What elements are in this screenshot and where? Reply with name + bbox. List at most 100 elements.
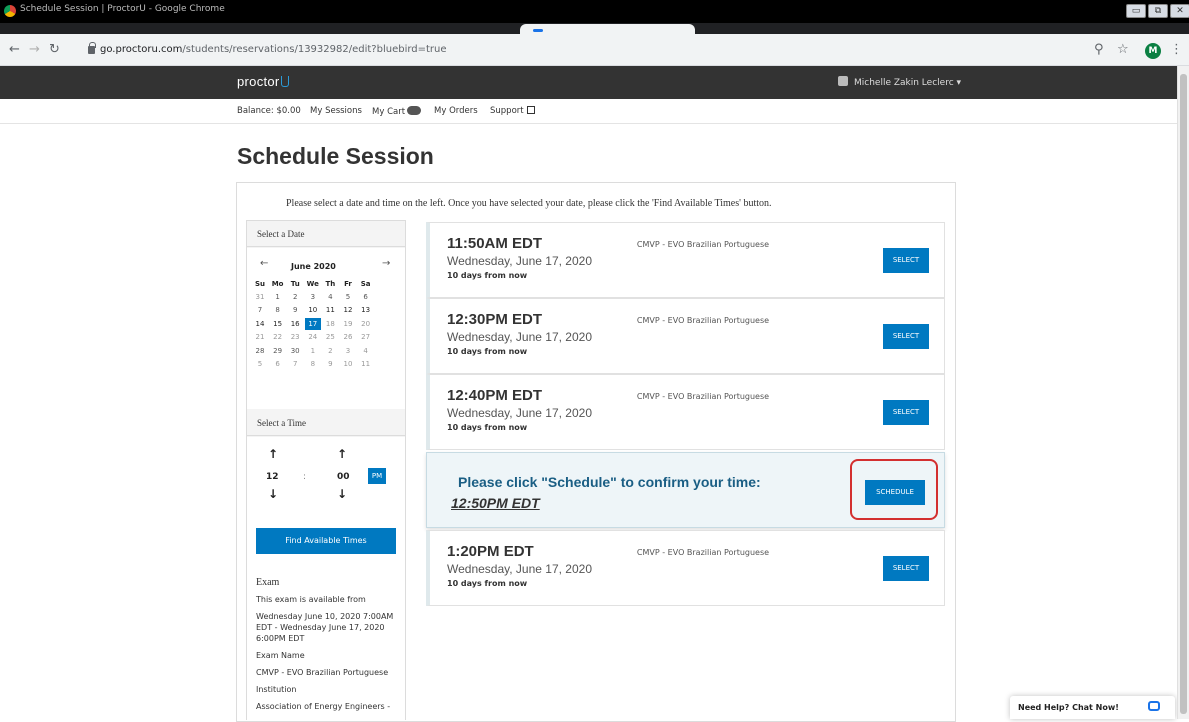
calendar-day[interactable]: 6 bbox=[270, 358, 286, 370]
calendar-day[interactable]: 30 bbox=[287, 345, 303, 357]
calendar-day[interactable]: 3 bbox=[340, 345, 356, 357]
calendar-day[interactable]: 21 bbox=[252, 331, 268, 343]
page-title: Schedule Session bbox=[237, 143, 434, 169]
lock-icon bbox=[88, 42, 96, 54]
calendar-day[interactable]: 23 bbox=[287, 331, 303, 343]
calendar-day-selected[interactable]: 17 bbox=[304, 317, 321, 330]
calendar-day[interactable]: 10 bbox=[305, 304, 321, 316]
calendar-day[interactable]: 29 bbox=[270, 345, 286, 357]
minute-up-arrow[interactable]: ↑ bbox=[337, 447, 347, 461]
calendar-day[interactable]: 18 bbox=[322, 318, 338, 330]
slot-date: Wednesday, June 17, 2020 bbox=[447, 406, 592, 420]
meridiem-toggle[interactable]: PM bbox=[368, 468, 386, 484]
sub-navigation: Balance: $0.00 My Sessions My Cart My Or… bbox=[0, 99, 1177, 124]
support-link[interactable]: Support bbox=[490, 106, 535, 116]
calendar-day[interactable]: 26 bbox=[340, 331, 356, 343]
select-slot-button[interactable]: SELECT bbox=[883, 400, 929, 425]
calendar-weekday-label: Fr bbox=[344, 279, 352, 288]
calendar-day[interactable]: 5 bbox=[252, 358, 268, 370]
page-scrollbar[interactable] bbox=[1177, 66, 1189, 719]
calendar-day[interactable]: 25 bbox=[322, 331, 338, 343]
exam-name: CMVP - EVO Brazilian Portuguese bbox=[256, 668, 389, 677]
calendar-weekday-label: Su bbox=[254, 279, 266, 288]
slot-exam-name: CMVP - EVO Brazilian Portuguese bbox=[636, 240, 770, 249]
calendar-day[interactable]: 9 bbox=[287, 304, 303, 316]
calendar-day[interactable]: 27 bbox=[358, 331, 374, 343]
url-host: go.proctoru.com bbox=[100, 44, 183, 55]
back-icon[interactable]: ← bbox=[9, 42, 20, 57]
calendar-day[interactable]: 11 bbox=[322, 304, 338, 316]
minute-value[interactable]: 00 bbox=[337, 472, 350, 482]
scrollbar-thumb[interactable] bbox=[1180, 74, 1187, 714]
find-available-times-button[interactable]: Find Available Times bbox=[256, 528, 396, 554]
calendar-day[interactable]: 28 bbox=[252, 345, 268, 357]
exam-availability-label: This exam is available from bbox=[256, 595, 366, 604]
chat-widget[interactable]: Need Help? Chat Now! bbox=[1010, 696, 1175, 719]
user-name: Michelle Zakin Leclerc ▾ bbox=[854, 78, 962, 88]
calendar-day[interactable]: 2 bbox=[287, 291, 303, 303]
select-time-label: Select a Time bbox=[257, 418, 306, 428]
reload-icon[interactable]: ↻ bbox=[49, 42, 60, 57]
hour-up-arrow[interactable]: ↑ bbox=[268, 447, 278, 461]
profile-avatar[interactable]: M bbox=[1145, 43, 1161, 59]
my-orders-link[interactable]: My Orders bbox=[434, 106, 478, 116]
minimize-button[interactable]: ▭ bbox=[1126, 4, 1146, 18]
calendar-day[interactable]: 8 bbox=[270, 304, 286, 316]
calendar-day[interactable]: 6 bbox=[358, 291, 374, 303]
close-window-button[interactable]: ✕ bbox=[1170, 4, 1189, 18]
url-field[interactable]: go.proctoru.com/students/reservations/13… bbox=[100, 44, 447, 55]
select-slot-button[interactable]: SELECT bbox=[883, 324, 929, 349]
address-bar: ← → ↻ go.proctoru.com/students/reservati… bbox=[0, 34, 1189, 66]
balance-link[interactable]: Balance: $0.00 bbox=[237, 106, 301, 116]
calendar-day[interactable]: 11 bbox=[358, 358, 374, 370]
calendar-day[interactable]: 20 bbox=[358, 318, 374, 330]
calendar-day[interactable]: 10 bbox=[340, 358, 356, 370]
calendar-day[interactable]: 14 bbox=[252, 318, 268, 330]
calendar-day[interactable]: 22 bbox=[270, 331, 286, 343]
forward-icon[interactable]: → bbox=[29, 42, 40, 57]
exam-info: Exam This exam is available from Wednesd… bbox=[256, 577, 396, 718]
app-header: proctor Michelle Zakin Leclerc ▾ bbox=[0, 66, 1177, 99]
bookmark-star-icon[interactable]: ☆ bbox=[1117, 42, 1129, 57]
calendar-day[interactable]: 4 bbox=[358, 345, 374, 357]
calendar-day[interactable]: 12 bbox=[340, 304, 356, 316]
calendar-day[interactable]: 3 bbox=[305, 291, 321, 303]
user-menu[interactable]: Michelle Zakin Leclerc ▾ bbox=[838, 76, 961, 88]
calendar-day[interactable]: 15 bbox=[270, 318, 286, 330]
calendar-day[interactable]: 9 bbox=[322, 358, 338, 370]
browser-title-bar: Schedule Session | ProctorU - Google Chr… bbox=[0, 0, 1189, 34]
calendar-day[interactable]: 4 bbox=[322, 291, 338, 303]
calendar-day[interactable]: 16 bbox=[287, 318, 303, 330]
restore-button[interactable]: ⧉ bbox=[1148, 4, 1168, 18]
active-tab[interactable] bbox=[520, 24, 695, 34]
my-cart-link[interactable]: My Cart bbox=[372, 106, 422, 117]
minute-down-arrow[interactable]: ↓ bbox=[337, 487, 347, 501]
calendar-day[interactable]: 13 bbox=[358, 304, 374, 316]
calendar-day[interactable]: 5 bbox=[340, 291, 356, 303]
slot-relative-date: 10 days from now bbox=[447, 423, 528, 432]
next-month-button[interactable]: → bbox=[382, 258, 390, 269]
proctoru-logo[interactable]: proctor bbox=[237, 74, 289, 89]
calendar-day[interactable]: 24 bbox=[305, 331, 321, 343]
zoom-icon[interactable]: ⚲ bbox=[1094, 42, 1104, 57]
select-slot-button[interactable]: SELECT bbox=[883, 556, 929, 581]
calendar-day[interactable]: 1 bbox=[270, 291, 286, 303]
calendar-day[interactable]: 7 bbox=[287, 358, 303, 370]
institution-name: Association of Energy Engineers - bbox=[256, 702, 391, 711]
user-icon bbox=[838, 76, 848, 86]
time-slot-card: 12:30PM EDT Wednesday, June 17, 2020 10 … bbox=[426, 298, 945, 374]
calendar-day[interactable]: 2 bbox=[322, 345, 338, 357]
calendar-day[interactable]: 1 bbox=[305, 345, 321, 357]
calendar-day[interactable]: 7 bbox=[252, 304, 268, 316]
prev-month-button[interactable]: ← bbox=[260, 258, 268, 269]
my-sessions-link[interactable]: My Sessions bbox=[310, 106, 362, 116]
time-slot-card: 12:40PM EDT Wednesday, June 17, 2020 10 … bbox=[426, 374, 945, 450]
hour-value[interactable]: 12 bbox=[266, 472, 279, 482]
calendar-day[interactable]: 31 bbox=[252, 291, 268, 303]
hour-down-arrow[interactable]: ↓ bbox=[268, 487, 278, 501]
calendar-day[interactable]: 19 bbox=[340, 318, 356, 330]
menu-kebab-icon[interactable]: ⋮ bbox=[1170, 42, 1183, 57]
select-slot-button[interactable]: SELECT bbox=[883, 248, 929, 273]
slot-time: 12:30PM EDT bbox=[447, 311, 543, 328]
calendar-day[interactable]: 8 bbox=[305, 358, 321, 370]
